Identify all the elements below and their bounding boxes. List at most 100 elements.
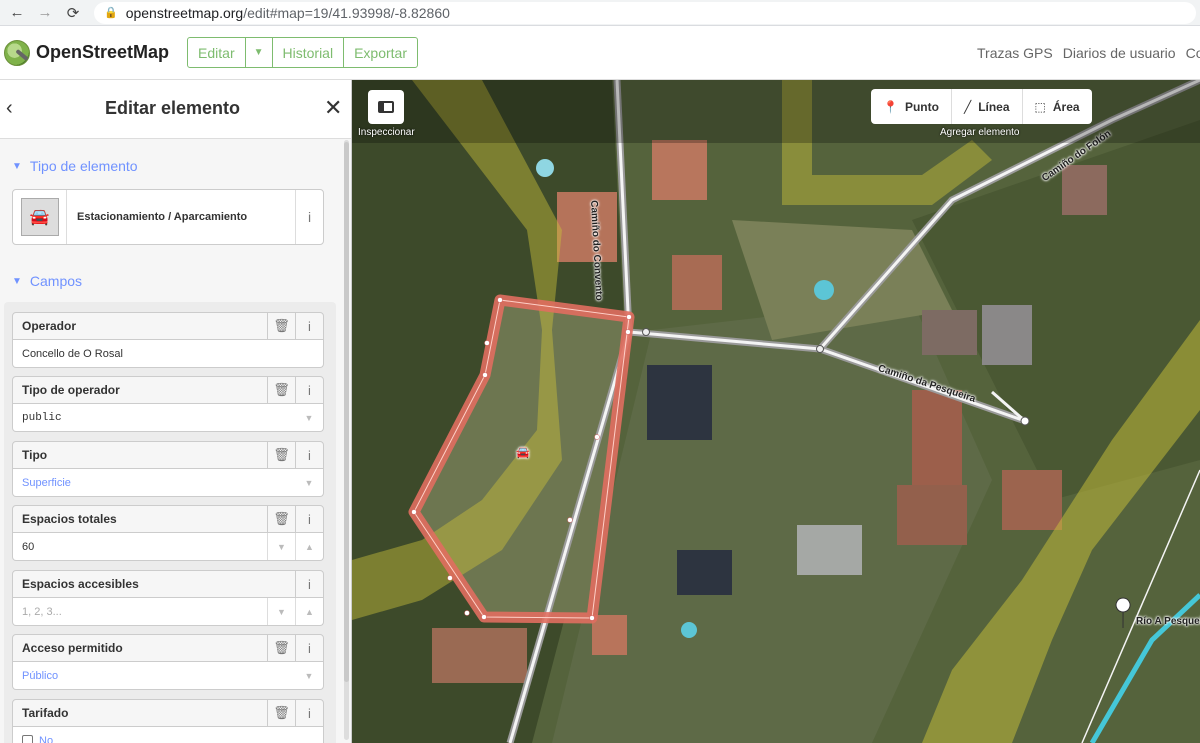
- field-label: Tarifado: [22, 706, 69, 720]
- reload-button[interactable]: ⟳: [62, 2, 84, 24]
- info-icon[interactable]: i: [295, 377, 323, 403]
- preset-name: Estacionamiento / Aparcamiento: [77, 211, 248, 223]
- edit-sidebar: ‹ Editar elemento ✕ ▼ Tipo de elemento 🚘…: [0, 80, 352, 743]
- info-icon[interactable]: i: [295, 571, 323, 597]
- trash-icon[interactable]: 🗑: [267, 442, 295, 468]
- increment-icon[interactable]: ▲: [295, 533, 323, 560]
- info-icon[interactable]: i: [295, 442, 323, 468]
- caret-down-icon[interactable]: ▼: [295, 404, 323, 431]
- field-value: 60: [22, 540, 35, 553]
- url-path: /edit#map=19/41.93998/-8.82860: [243, 4, 450, 21]
- car-parking-icon: 🚘: [516, 447, 530, 459]
- export-button[interactable]: Exportar: [344, 38, 417, 67]
- increment-icon[interactable]: ▲: [295, 598, 323, 625]
- section-feature-type-label: Tipo de elemento: [29, 158, 138, 174]
- line-icon: ╱: [963, 99, 972, 114]
- section-feature-type[interactable]: ▼ Tipo de elemento: [12, 158, 138, 174]
- preset-icon-box: 🚘: [13, 190, 67, 244]
- field-label: Espacios accesibles: [22, 577, 139, 591]
- field-label: Espacios totales: [22, 512, 117, 526]
- edit-button-group: Editar ▼ Historial Exportar: [187, 37, 419, 68]
- decrement-icon[interactable]: ▼: [267, 598, 295, 625]
- add-point-label: Punto: [904, 99, 939, 114]
- add-point-button[interactable]: 📍 Punto: [871, 89, 952, 124]
- parking-type-combo[interactable]: Superficie ▼: [12, 469, 324, 497]
- chevron-down-icon: ▼: [12, 275, 22, 287]
- sidebar-scrollbar[interactable]: [344, 140, 349, 740]
- url-host: openstreetmap.org: [125, 4, 244, 21]
- map-canvas[interactable]: Camiño do Convento Camiño do Folón Camiñ…: [352, 80, 1200, 743]
- osm-logo-icon: [4, 39, 30, 66]
- preset-selector[interactable]: 🚘 Estacionamiento / Aparcamiento i: [12, 189, 324, 245]
- field-placeholder: 1, 2, 3...: [22, 605, 62, 618]
- trash-icon[interactable]: 🗑: [267, 506, 295, 532]
- field-access: Acceso permitido 🗑 i Público ▼: [12, 634, 324, 690]
- fee-checkbox-row[interactable]: No: [12, 727, 324, 743]
- field-operator: Operador 🗑 i Concello de O Rosal: [12, 312, 324, 368]
- add-area-button[interactable]: ⬚ Área: [1023, 89, 1092, 124]
- add-feature-label: Agregar elemento: [940, 127, 1020, 138]
- field-label: Tipo de operador: [22, 383, 120, 397]
- add-line-button[interactable]: ╱ Línea: [952, 89, 1023, 124]
- field-parking-type: Tipo 🗑 i Superficie ▼: [12, 441, 324, 497]
- trash-icon[interactable]: 🗑: [267, 313, 295, 339]
- capacity-input[interactable]: 60 ▼ ▲: [12, 533, 324, 561]
- communities-link[interactable]: Co: [1186, 45, 1200, 61]
- operator-input[interactable]: Concello de O Rosal: [12, 340, 324, 368]
- sidebar-title: Editar elemento: [104, 98, 241, 118]
- field-label: Tipo: [22, 448, 48, 462]
- caret-down-icon[interactable]: ▼: [295, 662, 323, 689]
- field-value: public: [22, 411, 62, 424]
- field-capacity-disabled: Espacios accesibles i 1, 2, 3... ▼ ▲: [12, 570, 324, 626]
- field-value: Concello de O Rosal: [22, 347, 123, 360]
- site-logo[interactable]: OpenStreetMap: [4, 39, 170, 66]
- field-fee: Tarifado 🗑 i No: [12, 699, 324, 743]
- add-feature-group: 📍 Punto ╱ Línea ⬚ Área: [871, 89, 1092, 124]
- section-fields-label: Campos: [29, 273, 83, 289]
- access-combo[interactable]: Público ▼: [12, 662, 324, 690]
- close-icon[interactable]: ✕: [324, 95, 342, 121]
- decrement-icon[interactable]: ▼: [267, 533, 295, 560]
- trash-icon[interactable]: 🗑: [267, 700, 295, 726]
- checkbox[interactable]: [22, 735, 33, 743]
- trash-icon[interactable]: 🗑: [267, 377, 295, 403]
- capacity-disabled-input[interactable]: 1, 2, 3... ▼ ▲: [12, 598, 324, 626]
- chevron-down-icon: ▼: [12, 160, 22, 172]
- brand-name: OpenStreetMap: [36, 42, 170, 62]
- field-value: Público: [22, 669, 59, 682]
- area-icon: ⬚: [1034, 99, 1046, 114]
- operator-type-combo[interactable]: public ▼: [12, 404, 324, 432]
- info-icon[interactable]: i: [295, 635, 323, 661]
- map-pin-icon: 📍: [883, 99, 898, 114]
- sidebar-toggle-icon: [378, 101, 394, 113]
- caret-down-icon[interactable]: ▼: [295, 469, 323, 496]
- field-value: No: [39, 734, 54, 743]
- add-area-label: Área: [1052, 99, 1080, 114]
- gps-traces-link[interactable]: Trazas GPS: [977, 45, 1053, 61]
- info-icon[interactable]: i: [295, 506, 323, 532]
- address-bar[interactable]: 🔒 openstreetmap.org /edit#map=19/41.9399…: [94, 1, 1196, 24]
- field-label: Acceso permitido: [22, 641, 123, 655]
- site-header: OpenStreetMap Editar ▼ Historial Exporta…: [0, 26, 1200, 80]
- forward-button[interactable]: →: [34, 2, 56, 24]
- info-icon[interactable]: i: [295, 313, 323, 339]
- inspect-label: Inspeccionar: [358, 127, 415, 138]
- section-fields[interactable]: ▼ Campos: [12, 273, 82, 289]
- map-toolbar: Inspeccionar 📍 Punto ╱ Línea ⬚ Área Agregar…: [352, 80, 1200, 143]
- user-diaries-link[interactable]: Diarios de usuario: [1063, 45, 1176, 61]
- river-label: Río A Pesqueira: [1136, 616, 1200, 627]
- inspect-toggle-button[interactable]: [368, 90, 404, 124]
- back-button[interactable]: ←: [6, 2, 28, 24]
- top-nav-links: Trazas GPS Diarios de usuario Co: [977, 26, 1200, 80]
- history-button[interactable]: Historial: [273, 38, 345, 67]
- edit-dropdown-button[interactable]: ▼: [246, 38, 273, 67]
- info-icon[interactable]: i: [295, 700, 323, 726]
- satellite-imagery: [352, 80, 1200, 743]
- field-value: Superficie: [22, 476, 71, 489]
- trash-icon[interactable]: 🗑: [267, 635, 295, 661]
- field-label: Operador: [22, 319, 77, 333]
- browser-toolbar: ← → ⟳ 🔒 openstreetmap.org /edit#map=19/4…: [0, 0, 1200, 26]
- car-parking-icon: 🚘: [20, 198, 59, 236]
- info-icon[interactable]: i: [295, 190, 323, 244]
- edit-button[interactable]: Editar: [188, 38, 246, 67]
